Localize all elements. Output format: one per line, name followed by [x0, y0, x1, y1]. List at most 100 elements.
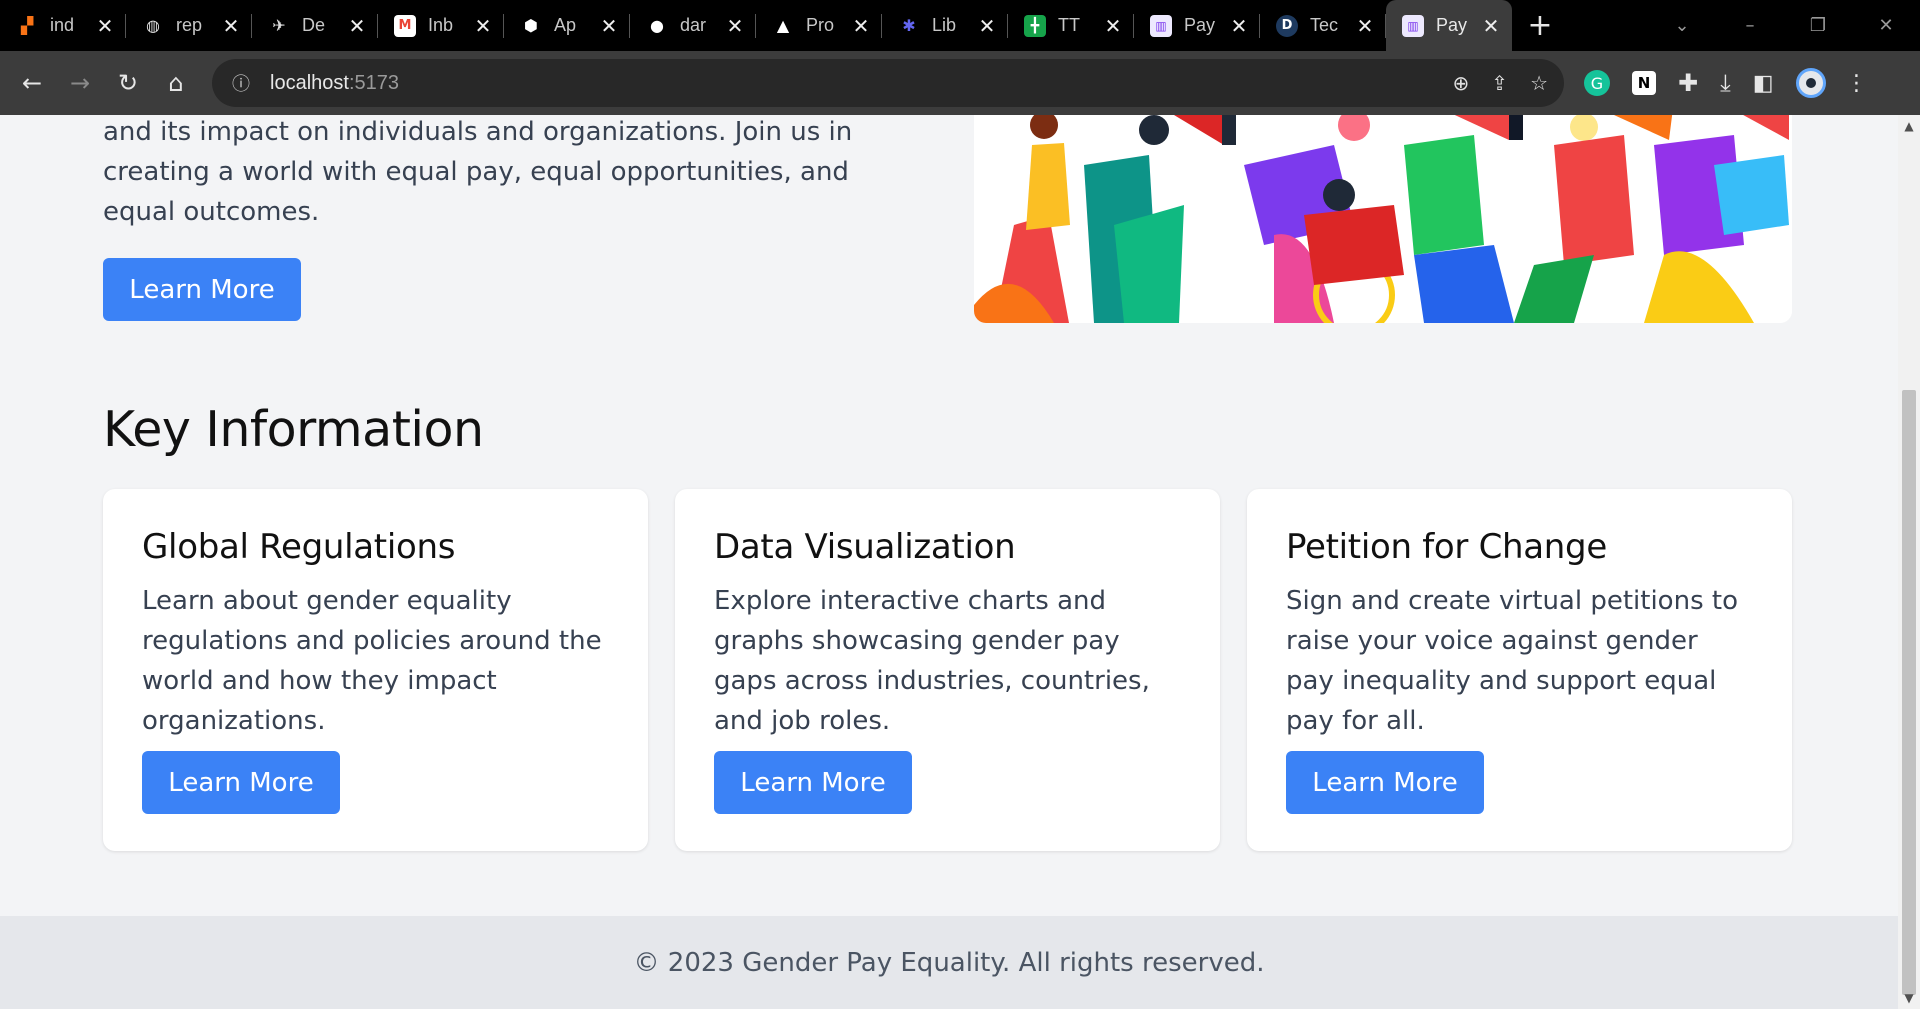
scroll-down-arrow-icon[interactable]: ▼	[1898, 991, 1920, 1005]
tab-strip: ▞ ind ✕ ◍ rep ✕ ✈ De ✕ M Inb ✕ ⬢ Ap ✕ ● dar ✕ ▲ Pro ✕ …	[0, 0, 1920, 51]
tab-title: Pay	[1184, 15, 1216, 35]
close-tab-icon[interactable]: ✕	[1482, 14, 1500, 38]
tab[interactable]: ✈ De ✕	[252, 0, 378, 51]
scrollbar-thumb[interactable]	[1902, 390, 1916, 995]
globe-icon: ◍	[146, 16, 160, 35]
card-global-regulations: Global Regulations Learn about gender eq…	[103, 489, 648, 851]
menu-kebab-icon[interactable]: ⋮	[1846, 71, 1868, 96]
tab[interactable]: D Tec ✕	[1260, 0, 1386, 51]
copyright-text: © 2023 Gender Pay Equality. All rights r…	[633, 947, 1265, 978]
notion-icon[interactable]: N	[1632, 71, 1656, 95]
reload-icon[interactable]: ↻	[104, 59, 152, 107]
hero-illustration	[974, 115, 1792, 323]
share-icon[interactable]: ⇪	[1491, 71, 1508, 95]
close-tab-icon[interactable]: ✕	[96, 14, 114, 38]
back-icon[interactable]: ←	[8, 59, 56, 107]
tab-title: Pro	[806, 15, 835, 35]
card-body: Sign and create virtual petitions to rai…	[1286, 586, 1738, 736]
close-tab-icon[interactable]: ✕	[222, 14, 240, 38]
card-body: Learn about gender equality regulations …	[142, 586, 602, 736]
avatar-dot-icon	[1805, 78, 1816, 88]
tab-title: Ap	[554, 15, 577, 35]
url-text[interactable]: localhost:5173	[270, 72, 399, 95]
download-icon[interactable]: ⤓	[1720, 69, 1731, 97]
new-tab-button[interactable]: +	[1512, 0, 1568, 51]
card-petition-for-change: Petition for Change Sign and create virt…	[1247, 489, 1792, 851]
forward-icon[interactable]: →	[56, 59, 104, 107]
tab[interactable]: ● dar ✕	[630, 0, 756, 51]
vertical-scrollbar[interactable]: ▲ ▼	[1898, 115, 1920, 1009]
home-icon[interactable]: ⌂	[152, 59, 200, 107]
gmail-icon: M	[394, 14, 416, 37]
tab[interactable]: ⬢ Ap ✕	[504, 0, 630, 51]
learn-more-button[interactable]: Learn More	[1286, 751, 1484, 814]
minimize-icon[interactable]: –	[1716, 15, 1784, 36]
close-tab-icon[interactable]: ✕	[600, 14, 618, 38]
sheets-icon: ╋	[1024, 14, 1046, 37]
close-tab-icon[interactable]: ✕	[726, 14, 744, 38]
tab-title: ind	[50, 15, 75, 35]
card-body: Explore interactive charts and graphs sh…	[714, 586, 1150, 736]
tab-active[interactable]: ▥ Pay ✕	[1386, 0, 1512, 51]
extensions-area: G N ✚ ⤓ ◧ ⋮	[1584, 51, 1868, 115]
close-tab-icon[interactable]: ✕	[1356, 14, 1374, 38]
close-tab-icon[interactable]: ✕	[852, 14, 870, 38]
tab-title: Lib	[932, 15, 957, 35]
tab-search-icon[interactable]: ⌄	[1648, 15, 1716, 36]
chart-favicon-icon: ▥	[1402, 14, 1424, 37]
restore-icon[interactable]: ❐	[1784, 15, 1852, 36]
url-host: localhost	[270, 71, 349, 94]
tab-title: Pay	[1436, 15, 1468, 35]
angular-icon: ⬢	[524, 16, 538, 35]
hero-learn-more-button[interactable]: Learn More	[103, 258, 301, 321]
site-info-icon[interactable]: ⓘ	[232, 70, 256, 96]
tab[interactable]: ╋ TT ✕	[1008, 0, 1134, 51]
card-title: Global Regulations	[142, 527, 456, 567]
bookmark-star-icon[interactable]: ☆	[1530, 71, 1548, 95]
key-information-title: Key Information	[103, 401, 484, 458]
tab[interactable]: ◍ rep ✕	[126, 0, 252, 51]
close-tab-icon[interactable]: ✕	[978, 14, 996, 38]
scroll-up-arrow-icon[interactable]: ▲	[1898, 119, 1920, 133]
omnibox-actions: ⊕ ⇪ ☆	[1453, 71, 1548, 95]
learn-more-button[interactable]: Learn More	[142, 751, 340, 814]
tab[interactable]: ▲ Pro ✕	[756, 0, 882, 51]
snowflake-icon: ✱	[902, 16, 916, 35]
tab-title: De	[302, 15, 326, 35]
github-icon: ●	[650, 16, 664, 35]
close-window-icon[interactable]: ✕	[1852, 15, 1920, 36]
chart-favicon-icon: ▥	[1150, 14, 1172, 37]
close-tab-icon[interactable]: ✕	[1230, 14, 1248, 38]
tab[interactable]: M Inb ✕	[378, 0, 504, 51]
learn-more-button[interactable]: Learn More	[714, 751, 912, 814]
url-port: :5173	[348, 71, 399, 94]
tab-title: rep	[176, 15, 203, 35]
browser-toolbar: ← → ↻ ⌂ ⓘ localhost:5173 ⊕ ⇪ ☆ G N ✚ ⤓ ◧…	[0, 51, 1920, 115]
bird-icon: ✈	[272, 16, 286, 35]
close-tab-icon[interactable]: ✕	[348, 14, 366, 38]
side-panel-icon[interactable]: ◧	[1753, 71, 1774, 96]
tab[interactable]: ▥ Pay ✕	[1134, 0, 1260, 51]
orange-blocks-icon: ▞	[20, 16, 34, 35]
zoom-icon[interactable]: ⊕	[1453, 71, 1470, 95]
address-bar[interactable]: ⓘ localhost:5173 ⊕ ⇪ ☆	[212, 59, 1564, 107]
card-title: Data Visualization	[714, 527, 1016, 567]
card-data-visualization: Data Visualization Explore interactive c…	[675, 489, 1220, 851]
hero-description: and its impact on individuals and organi…	[103, 117, 853, 227]
vercel-icon: ▲	[776, 16, 790, 35]
tab[interactable]: ▞ ind ✕	[0, 0, 126, 51]
tab-title: Tec	[1310, 15, 1339, 35]
extensions-puzzle-icon[interactable]: ✚	[1678, 69, 1698, 97]
window-controls: ⌄ – ❐ ✕	[1648, 0, 1920, 51]
tab-title: Inb	[428, 15, 454, 35]
close-tab-icon[interactable]: ✕	[474, 14, 492, 38]
tab[interactable]: ✱ Lib ✕	[882, 0, 1008, 51]
tab-title: dar	[680, 15, 707, 35]
page-viewport: and its impact on individuals and organi…	[0, 115, 1898, 1009]
page-footer: © 2023 Gender Pay Equality. All rights r…	[0, 916, 1898, 1009]
profile-avatar[interactable]	[1795, 68, 1826, 98]
grammarly-icon[interactable]: G	[1584, 70, 1610, 96]
tab-title: TT	[1058, 15, 1080, 35]
close-tab-icon[interactable]: ✕	[1104, 14, 1122, 38]
card-title: Petition for Change	[1286, 527, 1607, 567]
